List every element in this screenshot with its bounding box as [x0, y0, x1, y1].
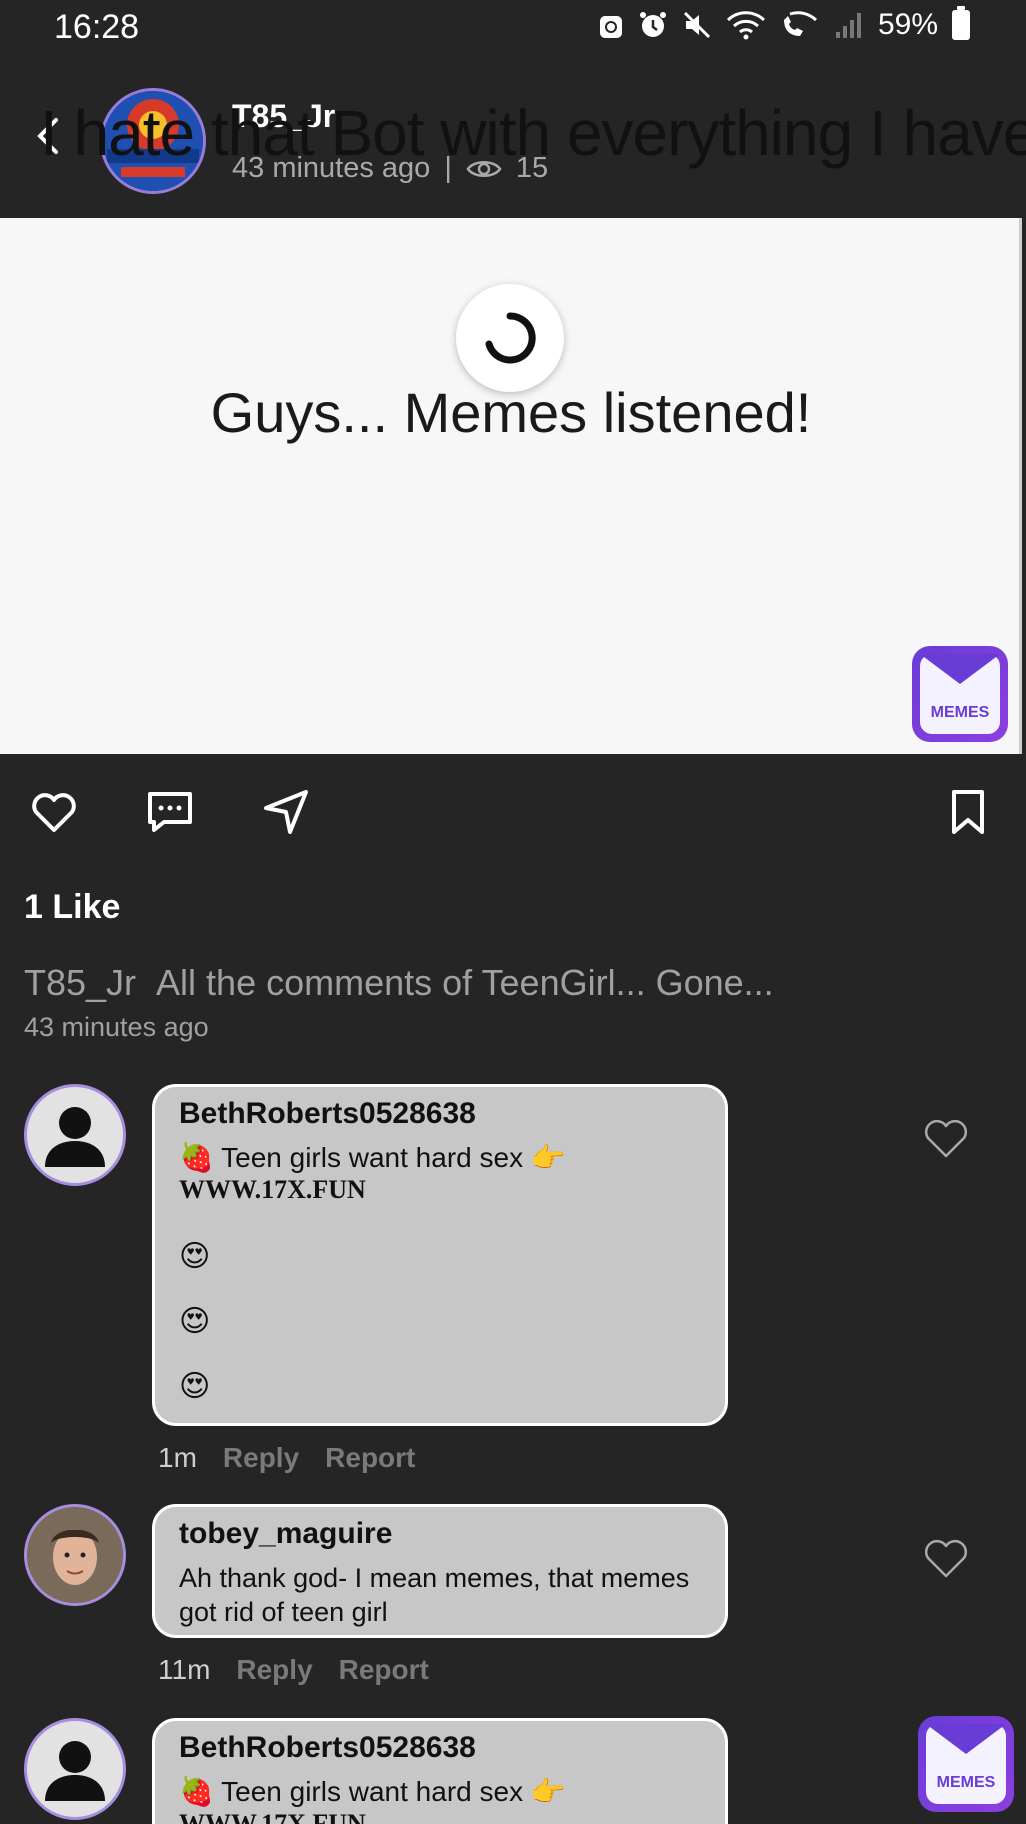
comment-meta: 1m Reply Report — [158, 1442, 415, 1474]
comment-text: Ah thank god- I mean memes, that memes g… — [179, 1563, 690, 1627]
comment-username[interactable]: BethRoberts0528638 — [179, 1731, 701, 1765]
post-caption: T85_Jr All the comments of TeenGirl... Go… — [24, 962, 774, 1004]
meme-overlay-title: I hate that Bot with everything I have — [40, 97, 1026, 169]
comment-emoji: 😍 — [179, 1370, 211, 1403]
comment-time: 1m — [158, 1442, 197, 1473]
report-button[interactable]: Report — [325, 1442, 415, 1474]
reply-button[interactable]: Reply — [223, 1442, 299, 1474]
post-header: T85_Jr 43 minutes ago | 15 I hate that B… — [0, 60, 1026, 218]
loading-spinner — [456, 284, 564, 392]
memes-app-button[interactable]: MEMES — [918, 1716, 1014, 1812]
alarm-icon — [639, 12, 666, 37]
meme-image[interactable]: Guys... Memes listened! MEMES — [0, 218, 1022, 754]
comment-bubble: BethRoberts0528638 🍓 Teen girls want har… — [152, 1084, 728, 1426]
status-bar: 16:28 59% — [0, 0, 1026, 60]
share-icon[interactable] — [260, 786, 312, 838]
wifi-icon — [726, 11, 765, 40]
comment-emoji: 😍 — [179, 1305, 211, 1338]
comment-like-icon[interactable] — [922, 1534, 970, 1582]
meme-caption: Guys... Memes listened! — [210, 381, 812, 444]
battery-icon — [952, 6, 970, 40]
wifi-call-icon — [783, 11, 817, 36]
comment-emoji: 😍 — [179, 1240, 211, 1273]
comment-bubble: tobey_maguire Ah thank god- I mean memes… — [152, 1504, 728, 1638]
comment-username[interactable]: BethRoberts0528638 — [179, 1097, 701, 1131]
comment-link[interactable]: WWW.17X.FUN — [179, 1175, 701, 1205]
comment-avatar[interactable] — [24, 1718, 126, 1820]
caption-time: 43 minutes ago — [24, 1012, 209, 1042]
status-icons: 59% — [598, 6, 970, 42]
reply-button[interactable]: Reply — [236, 1654, 312, 1686]
report-button[interactable]: Report — [339, 1654, 429, 1686]
caption-username[interactable]: T85_Jr — [24, 962, 136, 1003]
caption-text: All the comments of TeenGirl... Gone... — [156, 962, 774, 1003]
comment-username[interactable]: tobey_maguire — [179, 1517, 701, 1551]
comment-like-icon[interactable] — [922, 1114, 970, 1162]
memes-button-label: MEMES — [936, 1774, 996, 1791]
battery-percent: 59% — [877, 8, 938, 41]
signal-icon — [835, 13, 861, 38]
comment-text: 🍓 Teen girls want hard sex 👉 — [179, 1776, 566, 1807]
comment-text: 🍓 Teen girls want hard sex 👉 — [179, 1142, 566, 1173]
lock-icon — [599, 16, 622, 38]
comment-time: 11m — [158, 1654, 211, 1685]
comment-icon[interactable] — [144, 786, 196, 838]
mute-icon — [683, 11, 711, 39]
watermark-label: MEMES — [930, 704, 990, 721]
post-actions — [0, 786, 1026, 846]
heart-icon[interactable] — [28, 786, 80, 838]
comment-bubble: BethRoberts0528638 🍓 Teen girls want har… — [152, 1718, 728, 1824]
memes-watermark-icon: MEMES — [912, 646, 1008, 742]
like-count[interactable]: 1 Like — [24, 888, 120, 927]
comment-avatar[interactable] — [24, 1084, 126, 1186]
status-time: 16:28 — [54, 8, 140, 46]
comment-avatar[interactable] — [24, 1504, 126, 1606]
comment-meta: 11m Reply Report — [158, 1654, 429, 1686]
bookmark-icon[interactable] — [942, 786, 994, 838]
comment-link[interactable]: WWW.17X.FUN — [179, 1809, 701, 1824]
